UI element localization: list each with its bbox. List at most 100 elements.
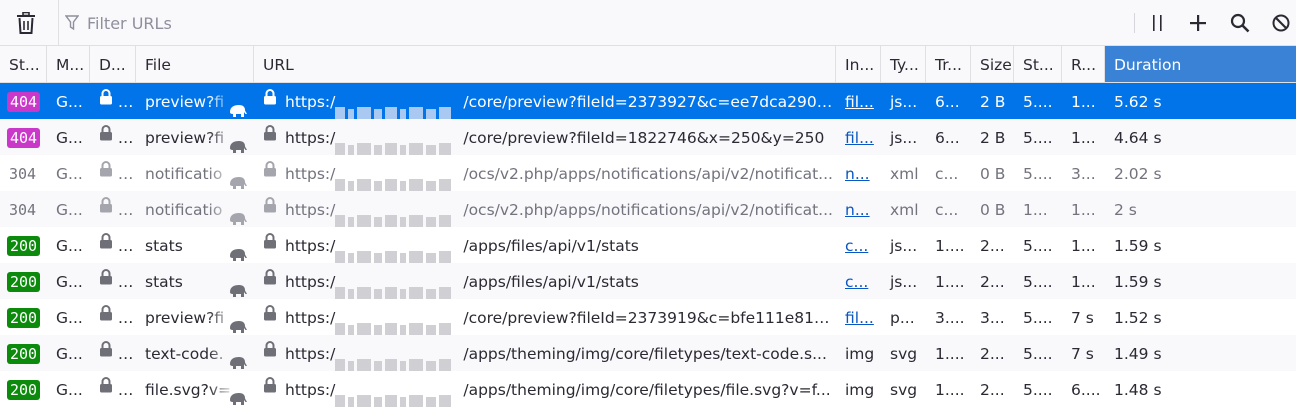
start-cell: 5.... bbox=[1023, 93, 1053, 111]
request-row[interactable]: 200 G... … stats https:/ /apps/files/api/v1/… bbox=[0, 227, 1296, 263]
status-cell: 200 bbox=[0, 227, 47, 263]
status-code-badge: 304 bbox=[9, 200, 37, 219]
search-button[interactable] bbox=[1226, 0, 1254, 46]
url-path: /apps/files/api/v1/stats bbox=[463, 237, 639, 255]
php-elephant-icon bbox=[228, 274, 248, 299]
lock-icon bbox=[99, 119, 113, 155]
initiator-link[interactable]: n... bbox=[845, 165, 870, 183]
lock-icon bbox=[263, 191, 277, 227]
clear-button[interactable] bbox=[8, 0, 44, 46]
trash-icon bbox=[17, 12, 35, 34]
initiator-cell[interactable]: c... bbox=[836, 227, 881, 263]
request-row[interactable]: 404 G... … preview?fi https:/ /core/preview?… bbox=[0, 119, 1296, 155]
file-cell: notificatio bbox=[136, 191, 254, 227]
column-header-start[interactable]: St... bbox=[1014, 46, 1062, 82]
status-code-badge: 200 bbox=[7, 379, 41, 400]
pause-button[interactable] bbox=[1144, 0, 1170, 46]
start-cell: 5.... bbox=[1023, 165, 1053, 183]
request-row[interactable]: 200 G... … file.svg?v= https:/ /apps/theming… bbox=[0, 371, 1296, 407]
php-elephant-icon bbox=[228, 346, 248, 371]
initiator-link[interactable]: n... bbox=[845, 201, 870, 219]
lock-icon bbox=[99, 371, 113, 407]
url-host-redacted bbox=[335, 167, 463, 191]
request-row[interactable]: 404 G... … preview?fi https:/ /core/preview?… bbox=[0, 83, 1296, 119]
type-cell: svg bbox=[890, 345, 918, 363]
request-row[interactable]: 304 G... … notificatio https:/ /ocs/v2.php/a… bbox=[0, 155, 1296, 191]
domain-cell: … bbox=[90, 263, 136, 299]
url-scheme: https:/ bbox=[285, 237, 336, 255]
request-row[interactable]: 200 G... … preview?fi https:/ /core/preview?… bbox=[0, 299, 1296, 335]
start-cell: 5.... bbox=[1023, 273, 1053, 291]
request-row[interactable]: 304 G... … notificatio https:/ /ocs/v2.php/a… bbox=[0, 191, 1296, 227]
file-name: stats bbox=[145, 273, 183, 291]
block-button[interactable] bbox=[1268, 0, 1294, 46]
url-scheme: https:/ bbox=[285, 381, 336, 399]
lock-icon bbox=[263, 119, 277, 155]
url-path: /core/preview?fileId=2373927&c=ee7dca290… bbox=[463, 93, 836, 111]
column-header-url[interactable]: URL bbox=[254, 46, 836, 82]
size-cell: 3... bbox=[980, 309, 1005, 327]
column-header-response[interactable]: R... bbox=[1062, 46, 1105, 82]
type-cell: js... bbox=[890, 93, 918, 111]
initiator-cell[interactable]: fil... bbox=[836, 299, 881, 335]
url-scheme: https:/ bbox=[285, 129, 336, 147]
duration-cell: 5.62 s bbox=[1114, 93, 1162, 111]
initiator-cell[interactable]: n... bbox=[836, 191, 881, 227]
transferred-cell: 3.... bbox=[935, 309, 965, 327]
method-cell: G... bbox=[56, 201, 83, 219]
request-row[interactable]: 200 G... … stats https:/ /apps/files/api/v1/… bbox=[0, 263, 1296, 299]
domain-ellipsis: … bbox=[113, 381, 134, 399]
initiator-link[interactable]: c... bbox=[845, 273, 868, 291]
initiator-link[interactable]: c... bbox=[845, 237, 868, 255]
filter-urls-input[interactable] bbox=[59, 7, 1089, 39]
file-cell: file.svg?v= bbox=[136, 371, 254, 407]
transferred-cell: 1.... bbox=[935, 273, 965, 291]
response-cell: 7 s bbox=[1071, 345, 1094, 363]
column-header-size[interactable]: Size bbox=[971, 46, 1014, 82]
column-header-duration[interactable]: Duration bbox=[1105, 46, 1296, 82]
size-cell: 2... bbox=[980, 381, 1005, 399]
block-icon bbox=[1272, 14, 1290, 32]
url-cell: https:/ /ocs/v2.php/apps/notifications/ap… bbox=[254, 191, 836, 227]
url-cell: https:/ /apps/files/api/v1/stats bbox=[254, 263, 836, 299]
size-cell: 2... bbox=[980, 273, 1005, 291]
initiator-link[interactable]: fil... bbox=[845, 93, 874, 111]
initiator-link[interactable]: fil... bbox=[845, 309, 874, 327]
start-cell: 5.... bbox=[1023, 237, 1053, 255]
status-code-badge: 200 bbox=[7, 343, 41, 364]
lock-icon bbox=[99, 299, 113, 335]
type-cell: js... bbox=[890, 273, 918, 291]
initiator-cell[interactable]: fil... bbox=[836, 119, 881, 155]
add-request-button[interactable] bbox=[1184, 0, 1212, 46]
size-cell: 0 B bbox=[980, 165, 1006, 183]
lock-icon bbox=[99, 83, 113, 119]
domain-ellipsis: … bbox=[113, 165, 134, 183]
domain-cell: … bbox=[90, 191, 136, 227]
url-host-redacted bbox=[335, 311, 463, 335]
url-scheme: https:/ bbox=[285, 309, 336, 327]
initiator-cell[interactable]: n... bbox=[836, 155, 881, 191]
column-header-file[interactable]: File bbox=[136, 46, 254, 82]
request-row[interactable]: 200 G... … text-code. https:/ /apps/theming/… bbox=[0, 335, 1296, 371]
type-cell: js... bbox=[890, 237, 918, 255]
url-cell: https:/ /ocs/v2.php/apps/notifications/ap… bbox=[254, 155, 836, 191]
column-header-domain[interactable]: D... bbox=[90, 46, 136, 82]
column-header-initiator[interactable]: In... bbox=[836, 46, 881, 82]
initiator-cell[interactable]: c... bbox=[836, 263, 881, 299]
url-scheme: https:/ bbox=[285, 165, 336, 183]
url-cell: https:/ /apps/files/api/v1/stats bbox=[254, 227, 836, 263]
initiator-cell[interactable]: fil... bbox=[836, 83, 881, 119]
response-cell: 1... bbox=[1071, 201, 1096, 219]
column-header-status[interactable]: St... bbox=[0, 46, 47, 82]
url-path: /core/preview?fileId=2373919&c=bfe111e81… bbox=[463, 309, 836, 327]
method-cell: G... bbox=[56, 165, 83, 183]
method-cell: G... bbox=[56, 237, 83, 255]
method-cell: G... bbox=[56, 129, 83, 147]
column-header-type[interactable]: Ty... bbox=[881, 46, 926, 82]
plus-icon bbox=[1190, 15, 1206, 31]
column-header-transferred[interactable]: Tr... bbox=[926, 46, 971, 82]
column-header-method[interactable]: M... bbox=[47, 46, 90, 82]
initiator-link[interactable]: fil... bbox=[845, 129, 874, 147]
type-cell: p... bbox=[890, 309, 915, 327]
php-elephant-icon bbox=[228, 130, 248, 155]
